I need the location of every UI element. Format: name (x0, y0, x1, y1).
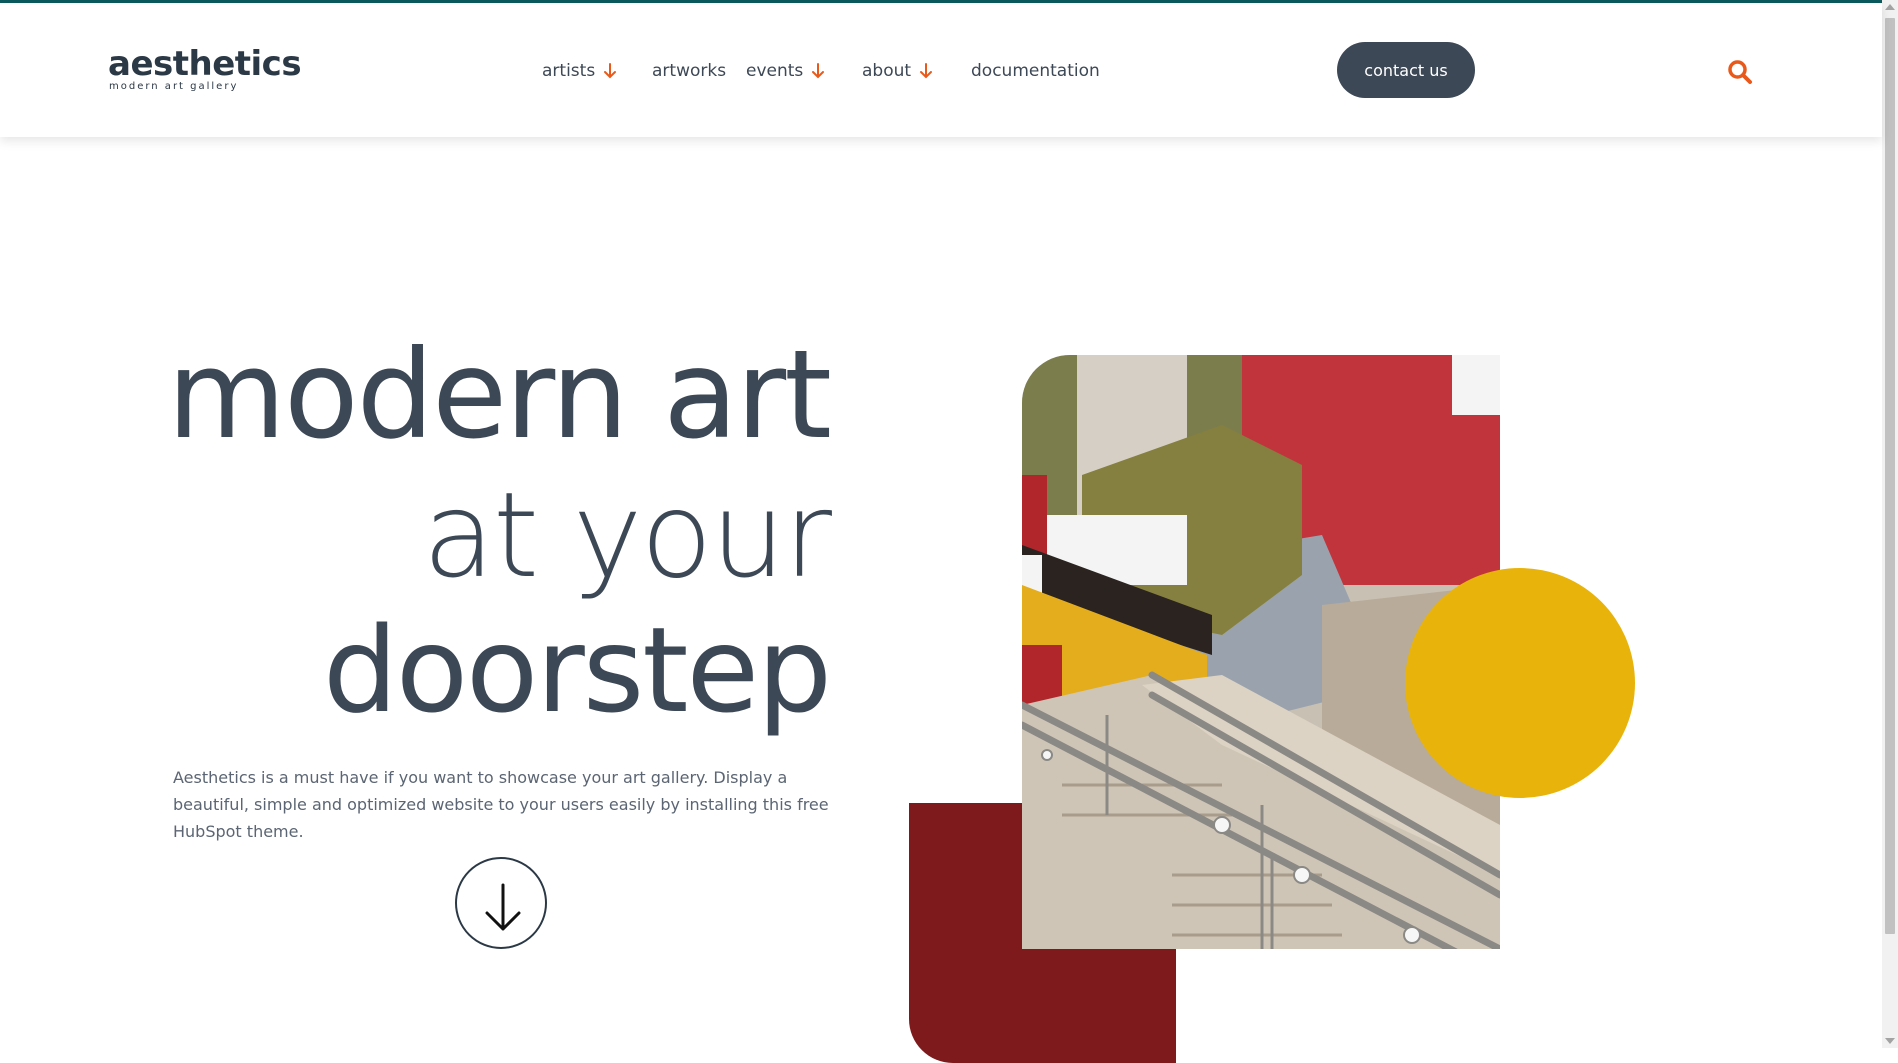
nav-label: about (862, 61, 912, 81)
contact-us-button[interactable]: contact us (1337, 42, 1475, 98)
nav-label: artworks (652, 61, 727, 81)
scroll-thumb[interactable] (1885, 18, 1895, 934)
brand-logo[interactable]: aesthetics modern art gallery (108, 44, 302, 92)
arrow-down-icon (920, 63, 933, 79)
scroll-down-button[interactable] (455, 857, 547, 949)
hero-headline-line3: doorstep (322, 601, 832, 739)
site-header: aesthetics modern art gallery artists ar… (0, 3, 1882, 137)
scroll-up-arrow[interactable] (1885, 4, 1895, 10)
hero-description: Aesthetics is a must have if you want to… (173, 768, 829, 841)
hero-headline-line2: at your (422, 466, 832, 604)
arrow-down-icon (485, 883, 521, 931)
search-icon[interactable] (1727, 59, 1753, 85)
brand-name: aesthetics (108, 44, 302, 84)
nav-item-artworks[interactable]: artworks (652, 61, 726, 81)
arrow-down-icon (604, 63, 617, 79)
decorative-yellow-circle (1405, 568, 1635, 798)
nav-item-artists[interactable]: artists (542, 61, 617, 81)
nav-label: artists (542, 61, 596, 81)
scroll-down-arrow[interactable] (1885, 1038, 1895, 1044)
hero-headline-line1: modern art (167, 324, 832, 466)
page-scrollbar[interactable] (1882, 0, 1898, 1048)
nav-label: documentation (971, 61, 1100, 81)
nav-item-documentation[interactable]: documentation (971, 61, 1100, 81)
nav-label: events (746, 61, 804, 81)
nav-item-about[interactable]: about (862, 61, 933, 81)
nav-item-events[interactable]: events (746, 61, 825, 81)
arrow-down-icon (812, 63, 825, 79)
